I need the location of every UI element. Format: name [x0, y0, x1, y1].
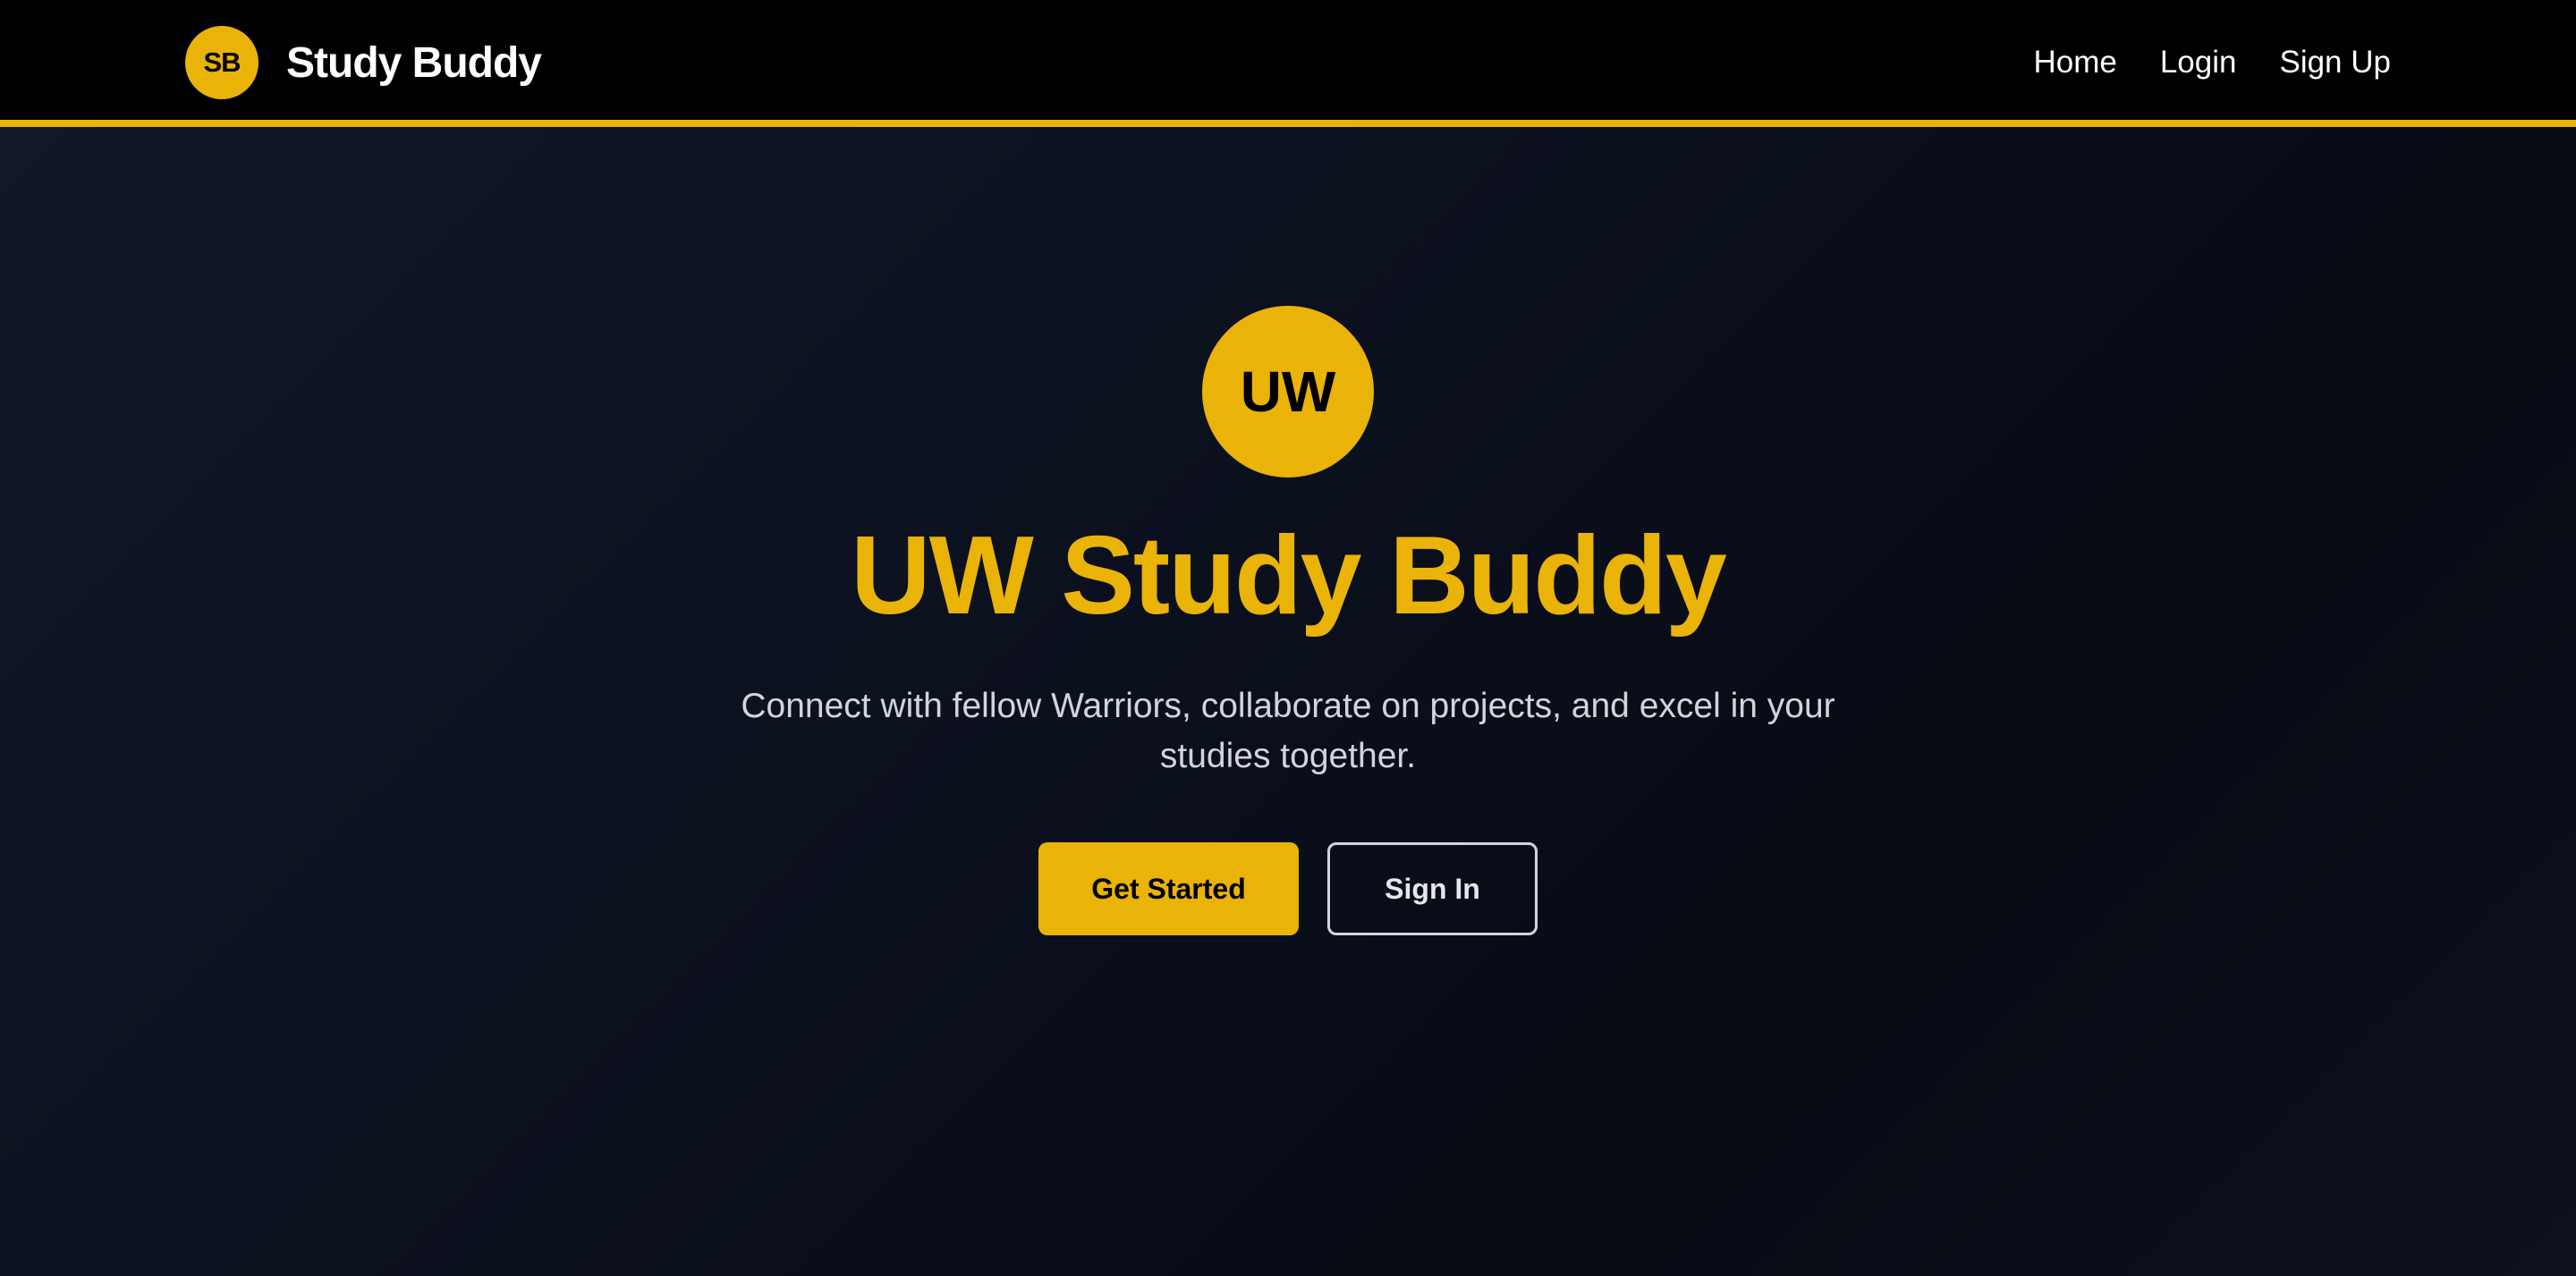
- nav-links: Home Login Sign Up: [1990, 36, 2391, 89]
- hero-logo: UW: [1202, 306, 1374, 477]
- hero-subtitle: Connect with fellow Warriors, collaborat…: [741, 687, 1835, 775]
- get-started-button[interactable]: Get Started: [1038, 842, 1299, 935]
- top-navbar: SB Study Buddy Home Login Sign Up: [0, 0, 2576, 127]
- sign-in-button[interactable]: Sign In: [1327, 842, 1538, 935]
- nav-link-login[interactable]: Login: [2160, 45, 2237, 80]
- nav-link-signup[interactable]: Sign Up: [2279, 45, 2391, 80]
- nav-link-home[interactable]: Home: [2033, 45, 2116, 80]
- brand-name: Study Buddy: [286, 38, 542, 87]
- brand-logo: SB: [185, 26, 258, 99]
- hero-section: UW UW Study Buddy Connect with fellow Wa…: [0, 127, 2576, 1276]
- brand[interactable]: SB Study Buddy: [185, 26, 542, 99]
- hero-title: UW Study Buddy: [851, 514, 1727, 638]
